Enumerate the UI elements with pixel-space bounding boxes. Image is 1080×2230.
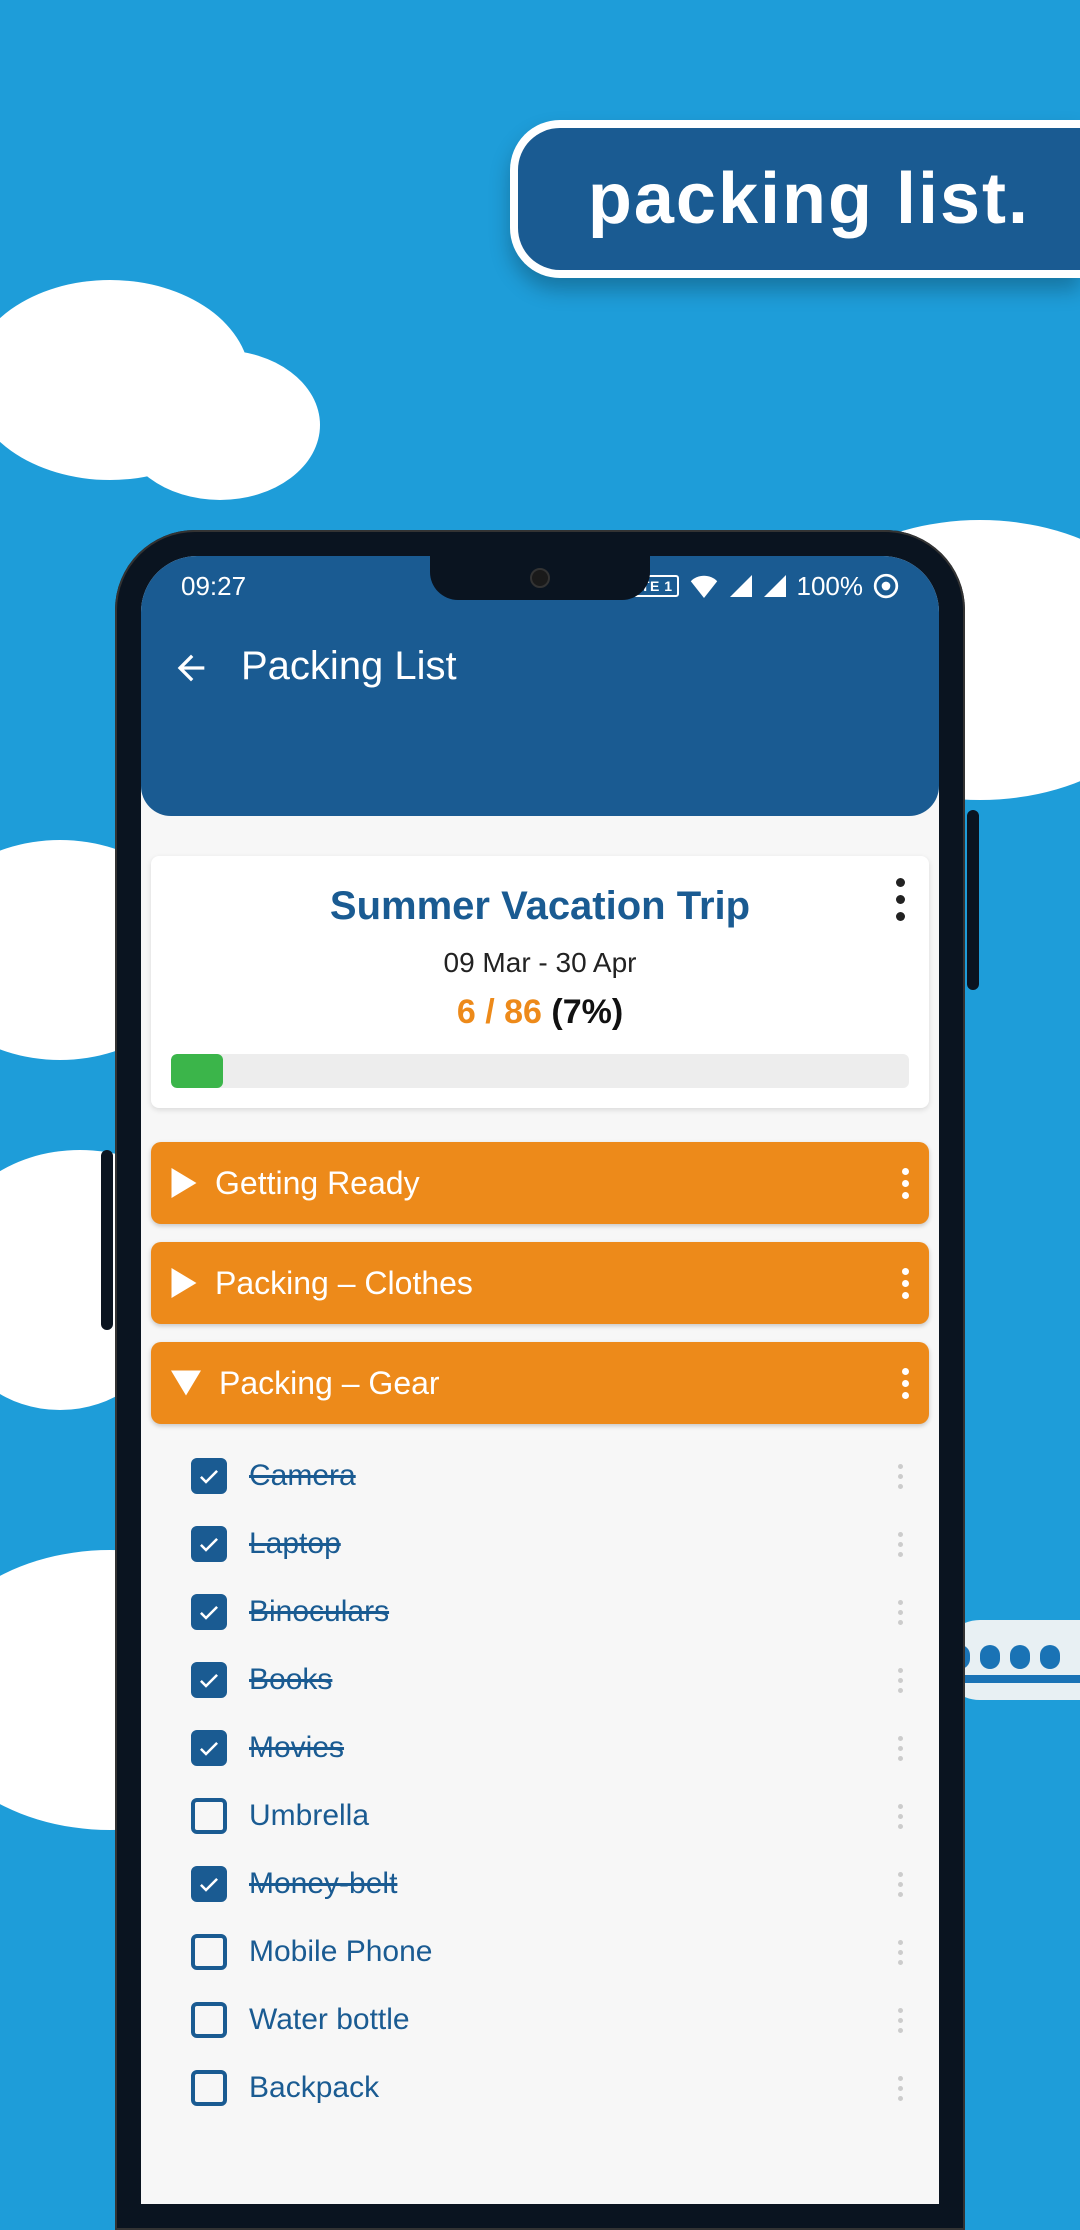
status-time: 09:27: [181, 571, 246, 602]
trip-progress-text: 6 / 86 (7%): [171, 993, 909, 1032]
signal-icon: [763, 575, 787, 597]
category-packing-gear[interactable]: Packing – Gear: [151, 1342, 929, 1424]
trip-menu-button[interactable]: [896, 878, 905, 921]
item-menu-button[interactable]: [898, 1600, 903, 1625]
progress-fill: [171, 1054, 223, 1088]
progress-total: 86: [504, 993, 542, 1031]
checkbox[interactable]: [191, 1662, 227, 1698]
back-arrow-icon: [171, 648, 211, 688]
category-label: Packing – Gear: [219, 1365, 902, 1402]
check-icon: [197, 1872, 221, 1896]
list-item: Laptop: [151, 1510, 929, 1578]
content-area: Summer Vacation Trip 09 Mar - 30 Apr 6 /…: [141, 816, 939, 2122]
item-label[interactable]: Books: [249, 1663, 876, 1697]
checkbox[interactable]: [191, 1934, 227, 1970]
category-menu-button[interactable]: [902, 1268, 909, 1299]
promo-banner: packing list.: [510, 120, 1080, 278]
list-item: Water bottle: [151, 1986, 929, 2054]
item-label[interactable]: Umbrella: [249, 1799, 876, 1833]
list-item: Binoculars: [151, 1578, 929, 1646]
list-item: Mobile Phone: [151, 1918, 929, 1986]
item-menu-button[interactable]: [898, 2076, 903, 2101]
list-item: Movies: [151, 1714, 929, 1782]
progress-done: 6: [457, 993, 476, 1031]
item-list: Camera Laptop Binoculars Books Movies Umbrell…: [151, 1442, 929, 2122]
progress-bar: [171, 1054, 909, 1088]
check-icon: [197, 1532, 221, 1556]
item-label[interactable]: Movies: [249, 1731, 876, 1765]
chevron-down-icon: [171, 1370, 201, 1396]
status-battery: 100%: [797, 571, 864, 602]
item-menu-button[interactable]: [898, 1940, 903, 1965]
checkbox[interactable]: [191, 1730, 227, 1766]
phone-screen: 09:27 /s VoLTE 1 100% Packing List: [141, 556, 939, 2204]
wifi-icon: [689, 574, 719, 598]
category-packing-clothes[interactable]: Packing – Clothes: [151, 1242, 929, 1324]
item-label[interactable]: Laptop: [249, 1527, 876, 1561]
item-menu-button[interactable]: [898, 1872, 903, 1897]
checkbox[interactable]: [191, 2070, 227, 2106]
list-item: Camera: [151, 1442, 929, 1510]
trip-summary-card: Summer Vacation Trip 09 Mar - 30 Apr 6 /…: [151, 856, 929, 1108]
checkbox[interactable]: [191, 1458, 227, 1494]
cloud-decor: [120, 350, 320, 500]
check-icon: [197, 1464, 221, 1488]
item-label[interactable]: Water bottle: [249, 2003, 876, 2037]
checkbox[interactable]: [191, 1798, 227, 1834]
category-getting-ready[interactable]: Getting Ready: [151, 1142, 929, 1224]
back-button[interactable]: [171, 648, 211, 693]
trip-title: Summer Vacation Trip: [171, 884, 909, 929]
category-label: Packing – Clothes: [215, 1265, 902, 1302]
list-item: Backpack: [151, 2054, 929, 2122]
category-menu-button[interactable]: [902, 1368, 909, 1399]
page-title: Packing List: [241, 644, 457, 689]
item-label[interactable]: Binoculars: [249, 1595, 876, 1629]
list-item: Money-belt: [151, 1850, 929, 1918]
item-label[interactable]: Camera: [249, 1459, 876, 1493]
phone-frame: 09:27 /s VoLTE 1 100% Packing List: [115, 530, 965, 2230]
checkbox[interactable]: [191, 1866, 227, 1902]
chevron-right-icon: [171, 1268, 197, 1298]
category-menu-button[interactable]: [902, 1168, 909, 1199]
phone-notch: [430, 556, 650, 600]
item-menu-button[interactable]: [898, 1668, 903, 1693]
checkbox[interactable]: [191, 1594, 227, 1630]
progress-percent: (7%): [551, 993, 623, 1031]
item-menu-button[interactable]: [898, 1804, 903, 1829]
banner-label: packing list.: [588, 159, 1030, 239]
item-menu-button[interactable]: [898, 1736, 903, 1761]
checkbox[interactable]: [191, 1526, 227, 1562]
item-menu-button[interactable]: [898, 1532, 903, 1557]
check-icon: [197, 1668, 221, 1692]
check-icon: [197, 1600, 221, 1624]
chevron-right-icon: [171, 1168, 197, 1198]
checkbox[interactable]: [191, 2002, 227, 2038]
decor-strip: [141, 816, 939, 856]
list-item: Umbrella: [151, 1782, 929, 1850]
item-menu-button[interactable]: [898, 1464, 903, 1489]
category-list: Getting Ready Packing – Clothes Packing …: [151, 1142, 929, 2122]
category-label: Getting Ready: [215, 1165, 902, 1202]
signal-icon: [729, 575, 753, 597]
item-label[interactable]: Money-belt: [249, 1867, 876, 1901]
item-label[interactable]: Mobile Phone: [249, 1935, 876, 1969]
list-item: Books: [151, 1646, 929, 1714]
check-icon: [197, 1736, 221, 1760]
trip-dates: 09 Mar - 30 Apr: [171, 947, 909, 979]
app-bar: Packing List: [141, 616, 939, 816]
item-menu-button[interactable]: [898, 2008, 903, 2033]
item-label[interactable]: Backpack: [249, 2071, 876, 2105]
battery-icon: [873, 573, 899, 599]
